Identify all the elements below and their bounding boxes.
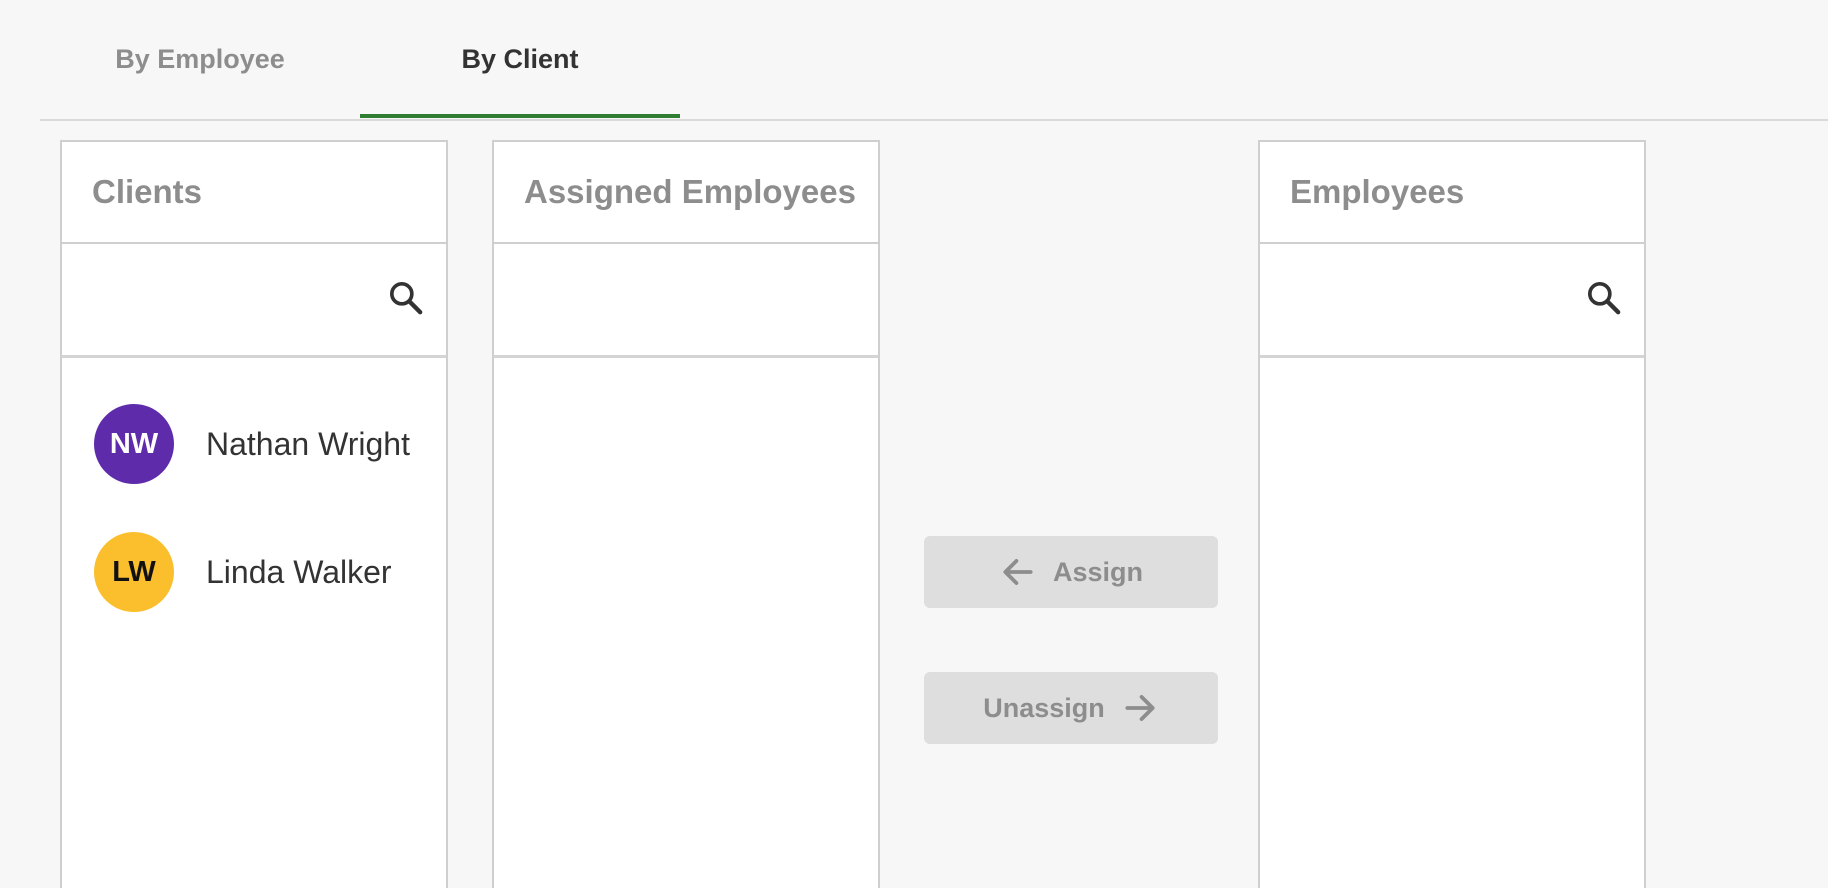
avatar: LW (94, 532, 174, 612)
search-icon[interactable] (386, 278, 426, 318)
client-name: Linda Walker (206, 553, 392, 590)
assigned-employees-panel: Assigned Employees (492, 140, 880, 888)
clients-panel-title: Clients (62, 142, 446, 244)
clients-list: NW Nathan Wright LW Linda Walker (62, 358, 446, 636)
employees-list (1260, 358, 1644, 380)
active-tab-indicator (360, 114, 680, 118)
arrow-right-icon (1125, 695, 1155, 721)
employees-panel-title: Employees (1260, 142, 1644, 244)
clients-panel: Clients NW Nathan Wright LW Linda Walker (60, 140, 448, 888)
assign-button-label: Assign (1052, 556, 1144, 587)
tab-by-employee[interactable]: By Employee (80, 0, 320, 119)
search-icon[interactable] (1584, 278, 1624, 318)
client-name: Nathan Wright (206, 425, 410, 462)
unassign-button[interactable]: Unassign (924, 672, 1218, 744)
list-item[interactable]: NW Nathan Wright (62, 380, 446, 508)
avatar: NW (94, 404, 174, 484)
tab-by-client[interactable]: By Client (360, 0, 680, 119)
tab-bar: By Employee By Client (40, 0, 1828, 121)
arrow-left-icon (1003, 559, 1033, 585)
assigned-employees-list (494, 358, 878, 380)
employees-search-field[interactable] (1260, 244, 1644, 358)
assign-button[interactable]: Assign (924, 536, 1218, 608)
assigned-employees-toolbar (494, 244, 878, 358)
list-item[interactable]: LW Linda Walker (62, 508, 446, 636)
employees-panel: Employees (1258, 140, 1646, 888)
clients-search-field[interactable] (62, 244, 446, 358)
assigned-employees-title: Assigned Employees (494, 142, 878, 244)
unassign-button-label: Unassign (983, 692, 1105, 723)
